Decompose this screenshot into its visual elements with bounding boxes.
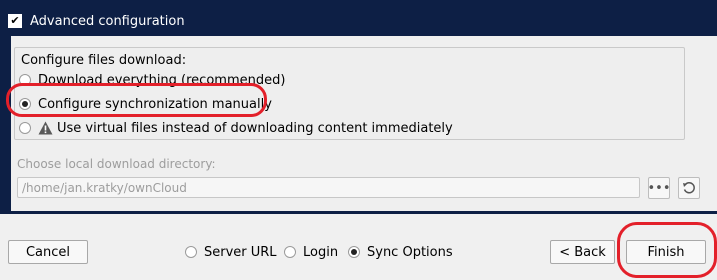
configure-manually-label: Configure synchronization manually	[38, 96, 272, 112]
advanced-configuration-checkbox[interactable]: ✔	[8, 14, 22, 28]
virtual-files-radio[interactable]	[19, 122, 31, 134]
server-url-radio[interactable]	[185, 246, 197, 258]
cancel-button[interactable]: Cancel	[8, 240, 88, 264]
option-configure-manually[interactable]: Configure synchronization manually	[19, 95, 272, 113]
browse-directory-button[interactable]: •••	[647, 177, 671, 199]
advanced-configuration-label: Advanced configuration	[30, 13, 185, 29]
download-group-title: Configure files download:	[21, 53, 187, 68]
option-virtual-files[interactable]: Use virtual files instead of downloading…	[19, 119, 453, 137]
step-server-url[interactable]: Server URL	[185, 243, 277, 261]
warning-icon	[38, 121, 53, 135]
login-label: Login	[303, 244, 339, 260]
finish-button[interactable]: Finish	[626, 240, 706, 264]
more-icon: •••	[647, 180, 671, 196]
sync-options-radio[interactable]	[348, 246, 360, 258]
reset-icon	[683, 182, 695, 194]
server-url-label: Server URL	[204, 244, 277, 260]
step-sync-options[interactable]: Sync Options	[348, 243, 453, 261]
download-directory-field[interactable]: /home/jan.kratky/ownCloud	[17, 177, 640, 198]
login-radio[interactable]	[284, 246, 296, 258]
download-directory-label: Choose local download directory:	[17, 157, 216, 171]
download-group: Configure files download: Download every…	[14, 47, 685, 140]
back-button[interactable]: < Back	[550, 240, 615, 264]
download-everything-radio[interactable]	[19, 74, 31, 86]
option-download-everything[interactable]: Download everything (recommended)	[19, 71, 285, 89]
configure-manually-radio[interactable]	[19, 98, 31, 110]
download-everything-label: Download everything (recommended)	[38, 72, 286, 88]
virtual-files-label: Use virtual files instead of downloading…	[57, 120, 453, 136]
sync-options-panel: Configure files download: Download every…	[11, 36, 717, 211]
sync-options-label: Sync Options	[367, 244, 453, 260]
reset-directory-button[interactable]	[678, 177, 700, 199]
advanced-configuration-toggle[interactable]: ✔ Advanced configuration	[8, 11, 185, 31]
step-login[interactable]: Login	[284, 243, 338, 261]
